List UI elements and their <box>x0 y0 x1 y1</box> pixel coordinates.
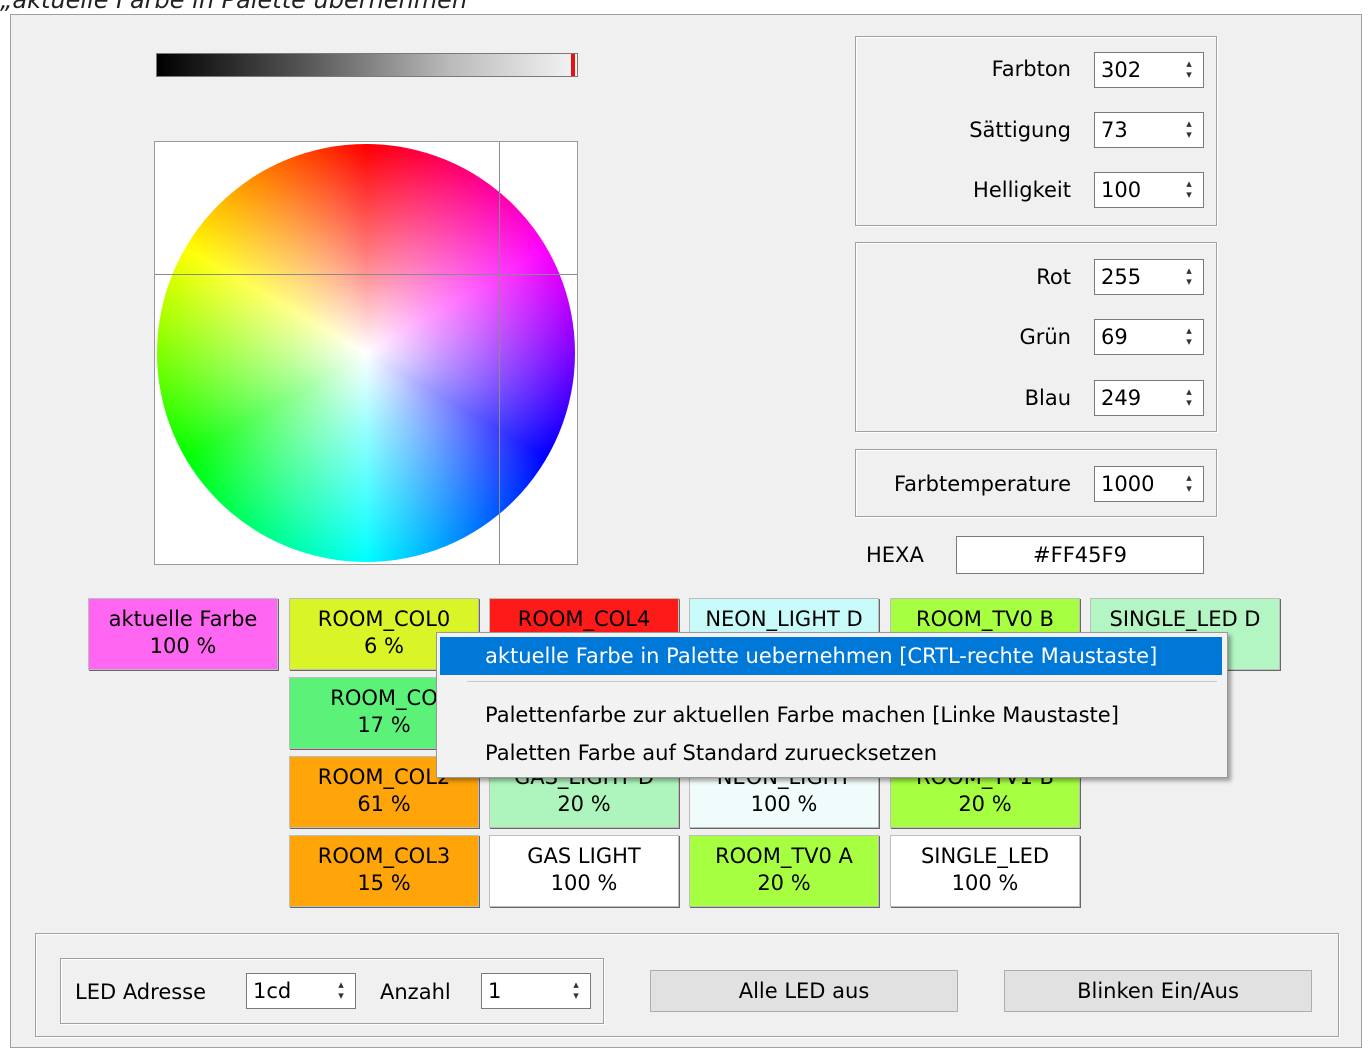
crosshair-horizontal <box>155 274 577 275</box>
color-wheel-panel[interactable] <box>154 141 578 565</box>
count-label: Anzahl <box>380 980 451 1004</box>
brightness-marker[interactable] <box>571 54 575 76</box>
blink-toggle-button[interactable]: Blinken Ein/Aus <box>1004 970 1312 1012</box>
spin-arrows-icon[interactable]: ▴ ▾ <box>1181 58 1197 82</box>
red-value[interactable]: 255 <box>1101 265 1141 289</box>
palette-cell[interactable]: GAS LIGHT 100 % <box>489 835 679 907</box>
saturation-label: Sättigung <box>969 118 1071 142</box>
palette-pct: 15 % <box>357 871 411 895</box>
blue-value[interactable]: 249 <box>1101 386 1141 410</box>
palette-pct: 20 % <box>958 792 1012 816</box>
palette-name: ROOM_COL0 <box>317 607 451 631</box>
palette-cell[interactable]: ROOM_COL3 15 % <box>289 835 479 907</box>
palette-name: NEON_LIGHT D <box>705 607 863 631</box>
brightness-spinbox[interactable]: 100 ▴ ▾ <box>1094 172 1204 208</box>
menu-item-make-current[interactable]: Palettenfarbe zur aktuellen Farbe machen… <box>440 696 1222 734</box>
hexa-field[interactable]: #FF45F9 <box>956 536 1204 574</box>
palette-name: ROOM_COL4 <box>517 607 651 631</box>
led-address-spinbox[interactable]: 1cd ▴ ▾ <box>246 973 356 1009</box>
spin-arrows-icon[interactable]: ▴ ▾ <box>568 979 584 1003</box>
blue-spinbox[interactable]: 249 ▴ ▾ <box>1094 380 1204 416</box>
red-spinbox[interactable]: 255 ▴ ▾ <box>1094 259 1204 295</box>
temperature-label: Farbtemperature <box>894 472 1071 496</box>
spin-arrows-icon[interactable]: ▴ ▾ <box>1181 472 1197 496</box>
spin-arrows-icon[interactable]: ▴ ▾ <box>1181 265 1197 289</box>
spin-arrows-icon[interactable]: ▴ ▾ <box>1181 386 1197 410</box>
palette-pct: 100 % <box>550 871 618 895</box>
current-color-swatch[interactable]: aktuelle Farbe 100 % <box>88 598 278 670</box>
led-address-value[interactable]: 1cd <box>253 979 291 1003</box>
palette-pct: 20 % <box>757 871 811 895</box>
palette-name: SINGLE_LED D <box>1109 607 1261 631</box>
hexa-label: HEXA <box>866 543 924 567</box>
saturation-spinbox[interactable]: 73 ▴ ▾ <box>1094 112 1204 148</box>
saturation-value[interactable]: 73 <box>1101 118 1128 142</box>
blue-label: Blau <box>1024 386 1071 410</box>
menu-separator <box>467 681 1217 682</box>
current-color-pct: 100 % <box>149 634 217 658</box>
red-label: Rot <box>1036 265 1071 289</box>
palette-name: ROOM_COL3 <box>317 844 451 868</box>
spin-arrows-icon[interactable]: ▴ ▾ <box>1181 178 1197 202</box>
hue-label: Farbton <box>991 57 1071 81</box>
green-label: Grün <box>1019 325 1071 349</box>
brightness-slider[interactable] <box>156 53 578 77</box>
palette-name: SINGLE_LED <box>920 844 1050 868</box>
temperature-value[interactable]: 1000 <box>1101 472 1154 496</box>
led-address-label: LED Adresse <box>75 980 207 1004</box>
count-value[interactable]: 1 <box>488 979 501 1003</box>
menu-item-apply-to-palette[interactable]: aktuelle Farbe in Palette uebernehmen [C… <box>440 637 1222 675</box>
brightness-label: Helligkeit <box>973 178 1071 202</box>
green-value[interactable]: 69 <box>1101 325 1128 349</box>
brightness-value[interactable]: 100 <box>1101 178 1141 202</box>
spin-arrows-icon[interactable]: ▴ ▾ <box>333 979 349 1003</box>
spin-arrows-icon[interactable]: ▴ ▾ <box>1181 325 1197 349</box>
menu-item-reset-default[interactable]: Paletten Farbe auf Standard zuruecksetze… <box>440 734 1222 772</box>
all-led-off-button[interactable]: Alle LED aus <box>650 970 958 1012</box>
palette-pct: 100 % <box>750 792 818 816</box>
palette-cell[interactable]: ROOM_TV0 A 20 % <box>689 835 879 907</box>
palette-cell[interactable]: SINGLE_LED 100 % <box>890 835 1080 907</box>
count-spinbox[interactable]: 1 ▴ ▾ <box>481 973 591 1009</box>
green-spinbox[interactable]: 69 ▴ ▾ <box>1094 319 1204 355</box>
palette-name: GAS LIGHT <box>527 844 641 868</box>
hue-spinbox[interactable]: 302 ▴ ▾ <box>1094 52 1204 88</box>
crosshair-vertical <box>499 142 500 564</box>
palette-name: ROOM_TV0 B <box>916 607 1054 631</box>
temperature-spinbox[interactable]: 1000 ▴ ▾ <box>1094 466 1204 502</box>
palette-pct: 61 % <box>357 792 411 816</box>
hue-value[interactable]: 302 <box>1101 58 1141 82</box>
current-color-name: aktuelle Farbe <box>108 607 258 631</box>
caption-text: „aktuelle Farbe in Palette übernehmen <box>0 0 468 14</box>
spin-arrows-icon[interactable]: ▴ ▾ <box>1181 118 1197 142</box>
palette-pct: 20 % <box>557 792 611 816</box>
palette-name: ROOM_TV0 A <box>715 844 853 868</box>
color-wheel[interactable] <box>157 144 575 562</box>
palette-pct: 100 % <box>951 871 1019 895</box>
context-menu: aktuelle Farbe in Palette uebernehmen [C… <box>436 632 1228 778</box>
